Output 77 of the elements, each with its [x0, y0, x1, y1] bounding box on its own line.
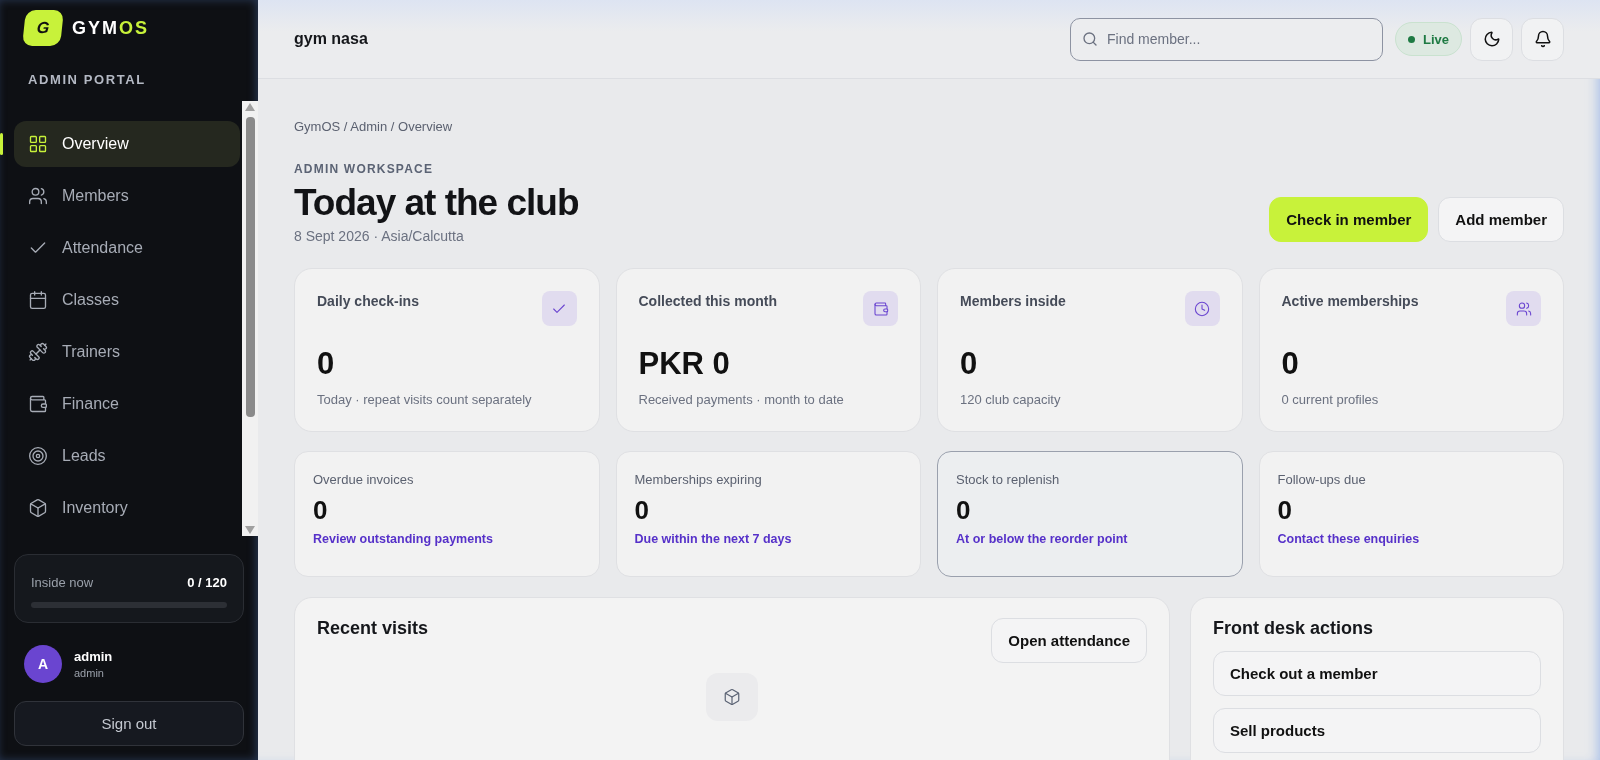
bell-icon [1533, 30, 1552, 48]
alert-link[interactable]: Contact these enquiries [1277, 532, 1420, 546]
alert-link[interactable]: Review outstanding payments [313, 532, 493, 546]
panel-title: Recent visits [317, 618, 429, 639]
alert-title: Memberships expiring [634, 472, 763, 487]
stat-value: 0 [317, 346, 336, 382]
sidebar-item[interactable]: Members [14, 173, 240, 219]
alert-card[interactable]: Memberships expiring 0 Due within the next 7 days [615, 451, 921, 577]
stat-value: PKR 0 [638, 346, 731, 382]
alert-card[interactable]: Follow-ups due 0 Contact these enquiries [1258, 451, 1564, 577]
brand-name: GYMOS [72, 17, 150, 39]
stat-note: 120 club capacity [960, 392, 1062, 407]
sign-out-button[interactable]: Sign out [14, 700, 244, 746]
gym-name: gym nasa [294, 30, 368, 48]
search-icon [1082, 30, 1098, 47]
sidebar-item[interactable]: Attendance [14, 225, 240, 271]
logo-badge: G [22, 10, 64, 46]
stat-title: Collected this month [638, 293, 777, 311]
alert-title: Overdue invoices [313, 472, 415, 487]
theme-button[interactable] [1470, 17, 1513, 61]
search-field[interactable]: Find member... [1070, 17, 1383, 61]
occupancy-reading: 0 / 120 [187, 574, 227, 590]
add-member-button[interactable]: Add member [1438, 197, 1564, 242]
sidebar-item[interactable]: Trainers [14, 329, 240, 375]
sidebar-item[interactable]: Finance [14, 381, 240, 427]
sidebar-item[interactable]: Classes [14, 277, 240, 323]
stat-value: 0 [960, 346, 979, 382]
wallet-icon [28, 394, 48, 414]
page-subtitle: 8 Sept 2026 · Asia/Calcutta [294, 228, 465, 244]
alert-link[interactable]: At or below the reorder point [956, 532, 1128, 546]
sidebar-item[interactable]: Inventory [14, 485, 240, 531]
active-indicator [0, 133, 3, 155]
alert-value: 0 [313, 495, 329, 526]
stat-note: Received payments · month to date [638, 392, 845, 407]
eyebrow-label: ADMIN WORKSPACE [294, 162, 435, 176]
panel-title: Front desk actions [1213, 618, 1375, 639]
notifications-button[interactable] [1521, 17, 1564, 61]
sidebar-item[interactable]: Overview [14, 121, 240, 167]
user-name: admin [74, 648, 113, 664]
alert-value: 0 [1277, 495, 1293, 526]
section-label: ADMIN PORTAL [28, 72, 147, 87]
stat-title: Daily check-ins [317, 293, 419, 311]
stat-title: Members inside [960, 293, 1066, 311]
stat-value: 0 [1281, 346, 1300, 382]
page-title: Today at the club [294, 182, 579, 224]
target-icon [28, 446, 48, 466]
moon-icon [1482, 30, 1501, 48]
calendar-icon [28, 290, 48, 310]
wallet-icon [872, 300, 889, 317]
stat-note: Today · repeat visits count separately [317, 392, 533, 407]
front-desk-button[interactable]: Sell products [1213, 708, 1541, 753]
alert-value: 0 [634, 495, 650, 526]
alert-value: 0 [956, 495, 972, 526]
dumbbell-icon [28, 342, 48, 362]
stat-note: 0 current profiles [1281, 392, 1380, 407]
check-in-button[interactable]: Check in member [1269, 197, 1429, 242]
occupancy-label: Inside now [31, 574, 94, 590]
breadcrumb: GymOS / Admin / Overview [294, 119, 454, 134]
box-icon [28, 498, 48, 518]
alert-title: Stock to replenish [956, 472, 1061, 487]
stat-title: Active memberships [1281, 293, 1419, 311]
alert-title: Follow-ups due [1277, 472, 1367, 487]
front-desk-button[interactable]: Check out a member [1213, 651, 1541, 696]
box-icon [723, 688, 741, 706]
alert-link[interactable]: Due within the next 7 days [634, 532, 792, 546]
alert-card[interactable]: Stock to replenish 0 At or below the reorder point [937, 451, 1243, 577]
sidebar-item[interactable]: Leads [14, 433, 240, 479]
alert-card[interactable]: Overdue invoices 0 Review outstanding payments [294, 451, 600, 577]
scrollbar[interactable] [242, 101, 258, 536]
grid-icon [28, 134, 48, 154]
live-status: Live [1395, 22, 1462, 56]
user-avatar: A [24, 644, 62, 683]
users-icon [1515, 300, 1532, 317]
users-icon [28, 186, 48, 206]
open-attendance-button[interactable]: Open attendance [991, 618, 1147, 663]
clock-icon [1194, 300, 1210, 317]
user-role: admin [74, 666, 105, 679]
